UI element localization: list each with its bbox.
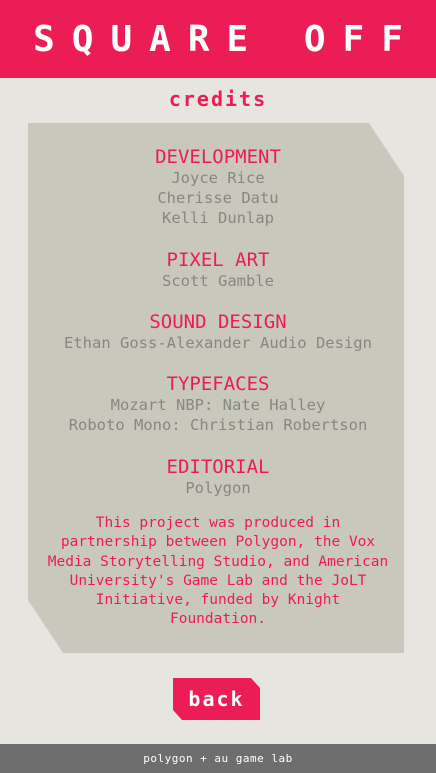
section-heading: SOUND DESIGN bbox=[149, 311, 287, 333]
credit-name: Roboto Mono: Christian Robertson bbox=[68, 416, 368, 434]
section-heading: PIXEL ART bbox=[166, 249, 270, 271]
back-button-label: back bbox=[188, 687, 245, 711]
page-title: credits bbox=[168, 87, 268, 111]
header-bar: SQUARE OFF bbox=[0, 0, 436, 78]
section-heading: TYPEFACES bbox=[166, 373, 270, 395]
credits-section-development: DEVELOPMENT Joyce Rice Cherisse Datu Kel… bbox=[0, 146, 436, 228]
game-title: SQUARE OFF bbox=[33, 18, 420, 60]
credit-name: Polygon bbox=[185, 479, 251, 497]
credit-name: Scott Gamble bbox=[162, 272, 274, 290]
funding-blurb: This project was produced in partnership… bbox=[47, 515, 389, 628]
credits-section-pixel-art: PIXEL ART Scott Gamble bbox=[0, 249, 436, 291]
credit-name: Cherisse Datu bbox=[157, 189, 279, 207]
back-button[interactable]: back bbox=[173, 678, 260, 720]
credit-name: Mozart NBP: Nate Halley bbox=[110, 396, 326, 414]
footer-bar: polygon + au game lab bbox=[0, 744, 436, 773]
credits-section-editorial: EDITORIAL Polygon bbox=[0, 456, 436, 498]
credit-name: Kelli Dunlap bbox=[162, 209, 274, 227]
section-heading: DEVELOPMENT bbox=[155, 146, 281, 168]
section-heading: EDITORIAL bbox=[166, 456, 270, 478]
credit-name: Ethan Goss-Alexander Audio Design bbox=[64, 334, 372, 352]
footer-label: polygon + au game lab bbox=[143, 752, 293, 765]
credits-section-sound-design: SOUND DESIGN Ethan Goss-Alexander Audio … bbox=[0, 311, 436, 353]
credits-section-typefaces: TYPEFACES Mozart NBP: Nate Halley Roboto… bbox=[0, 373, 436, 435]
credit-name: Joyce Rice bbox=[171, 169, 265, 187]
